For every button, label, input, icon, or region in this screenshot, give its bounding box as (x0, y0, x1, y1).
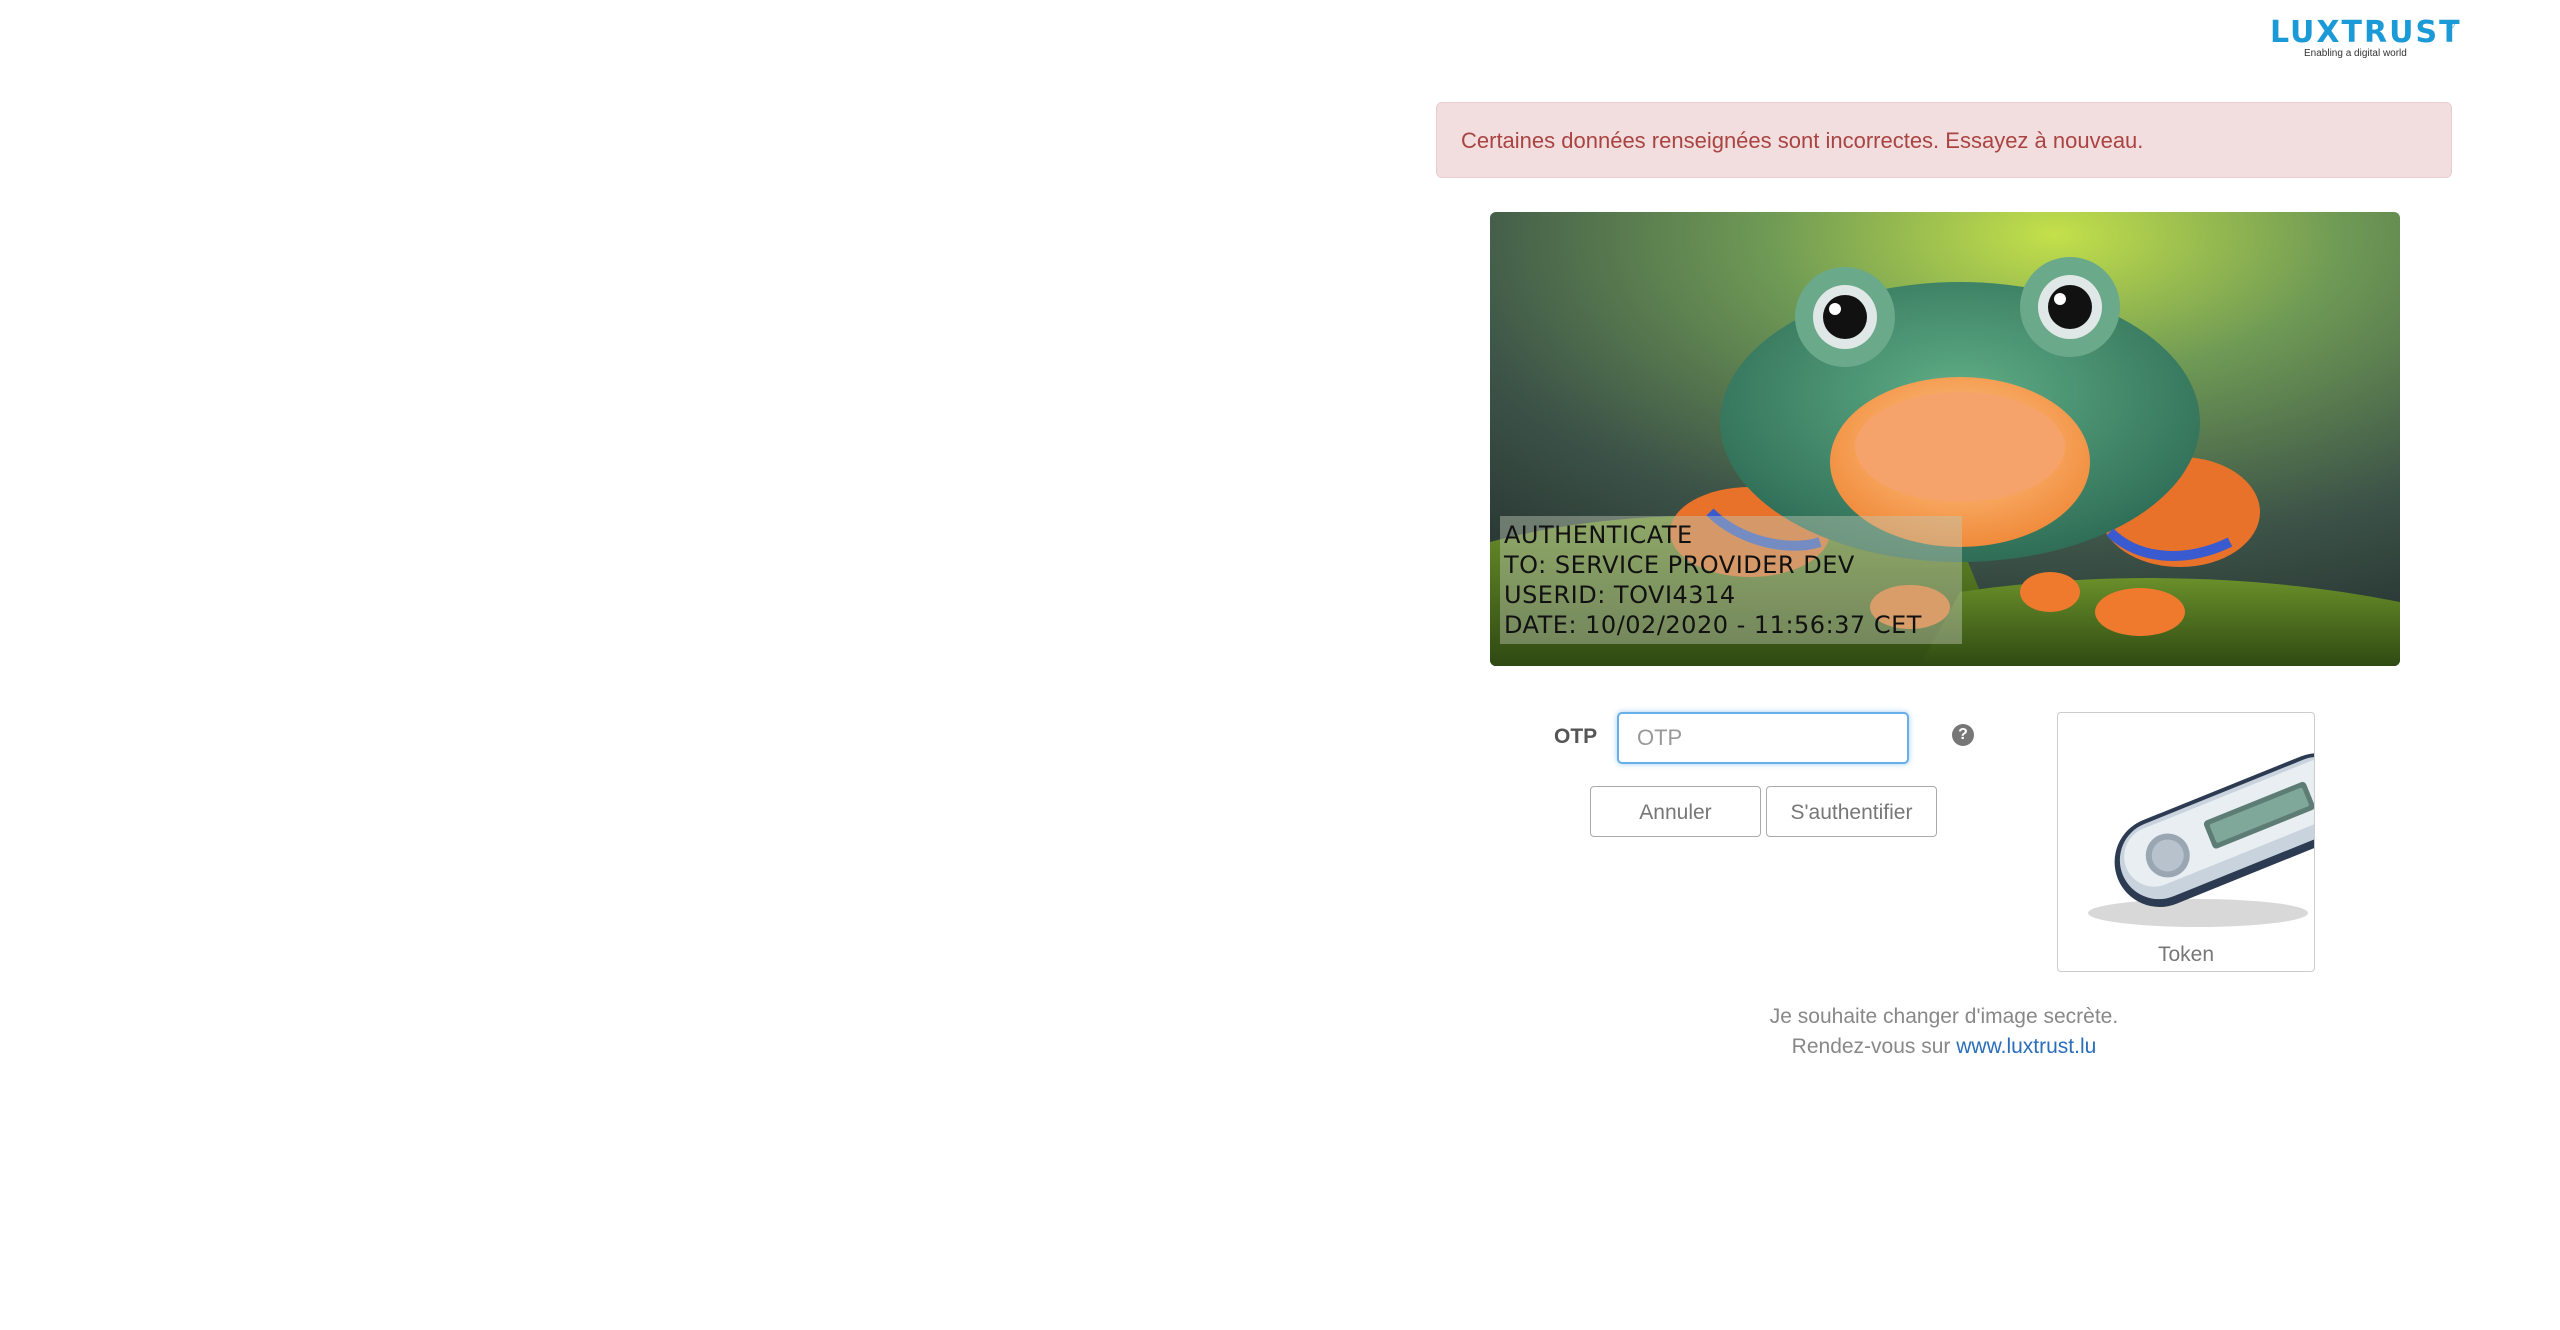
token-card: Token (2057, 712, 2315, 972)
cancel-button[interactable]: Annuler (1590, 786, 1761, 837)
logo-wordmark: LUXTRUST (2270, 15, 2462, 50)
footer-redirect-line: Rendez-vous sur www.luxtrust.lu (1436, 1032, 2452, 1062)
question-circle-icon[interactable]: ? (1952, 724, 1974, 746)
luxtrust-logo: LUXTRUST ® Enabling a digital world (2270, 15, 2462, 60)
logo-registered-mark: ® (2448, 20, 2455, 30)
caption-line-date: DATE: 10/02/2020 - 11:56:37 CET (1504, 611, 1922, 639)
caption-line-action: AUTHENTICATE (1504, 521, 1693, 549)
otp-label: OTP (1554, 725, 1598, 748)
token-label: Token (2157, 943, 2215, 966)
caption-line-provider: TO: SERVICE PROVIDER DEV (1504, 551, 1855, 579)
otp-input[interactable] (1617, 712, 1909, 764)
luxtrust-website-link[interactable]: www.luxtrust.lu (1956, 1035, 2096, 1058)
footer-change-image-text: Je souhaite changer d'image secrète. (1769, 1005, 2119, 1028)
caption-line-userid: USERID: TOVI4314 (1504, 581, 1736, 609)
secret-image-caption: AUTHENTICATE TO: SERVICE PROVIDER DEV US… (1500, 516, 1962, 644)
footer-help: Je souhaite changer d'image secrète. Ren… (1436, 1002, 2452, 1062)
logo-tagline: Enabling a digital world (2304, 48, 2407, 59)
error-alert-message: Certaines données renseignées sont incor… (1461, 128, 2144, 153)
error-alert: Certaines données renseignées sont incor… (1436, 102, 2452, 178)
secret-image: AUTHENTICATE TO: SERVICE PROVIDER DEV US… (1490, 212, 2400, 666)
token-device-icon (2088, 753, 2314, 927)
authenticate-button[interactable]: S'authentifier (1766, 786, 1937, 837)
footer-redirect-prefix: Rendez-vous sur (1791, 1035, 1951, 1058)
